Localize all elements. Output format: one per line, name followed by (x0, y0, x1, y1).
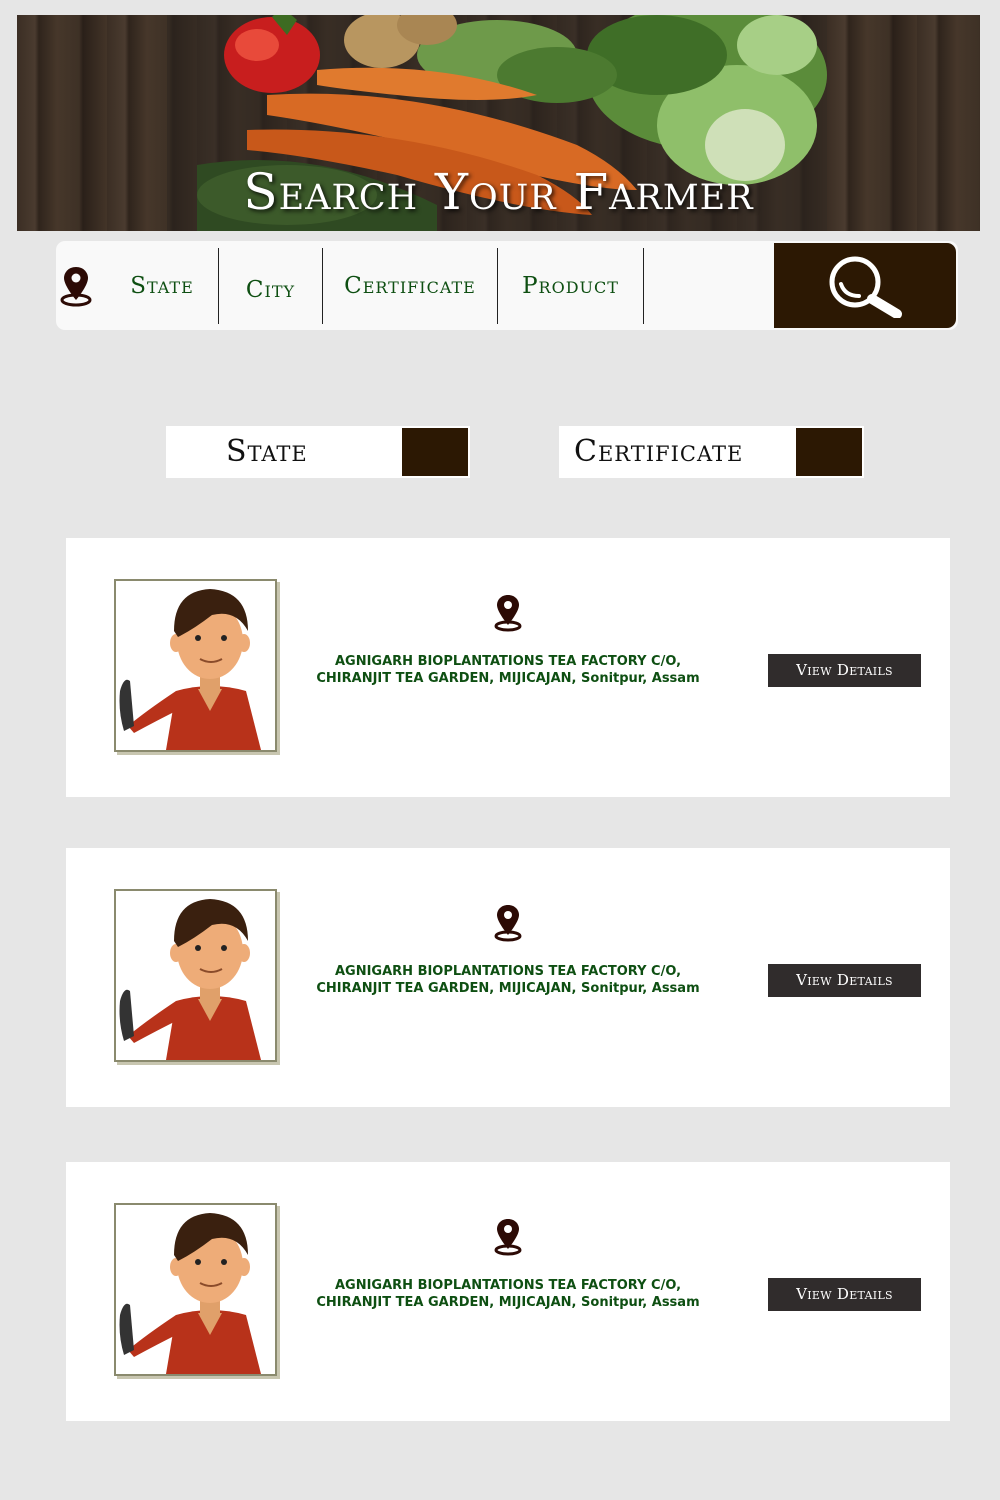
filter-state[interactable]: State (108, 248, 216, 323)
filter-city[interactable]: City (219, 252, 322, 327)
view-details-button[interactable]: View Details (768, 654, 921, 687)
farmer-avatar-image (116, 891, 275, 1060)
farmer-address: AGNIGARH BIOPLANTATIONS TEA FACTORY C/O,… (316, 964, 700, 996)
view-details-button[interactable]: View Details (768, 964, 921, 997)
farmer-avatar (114, 889, 277, 1062)
hero-banner: Search Your Farmer (17, 15, 980, 231)
certificate-select-label: Certificate (574, 434, 744, 469)
magnifier-icon (829, 256, 902, 318)
filter-divider (643, 248, 644, 324)
farmer-card: AGNIGARH BIOPLANTATIONS TEA FACTORY C/O,… (66, 1162, 950, 1421)
filter-certificate[interactable]: Certificate (323, 248, 497, 323)
state-select[interactable]: State (166, 426, 470, 478)
farmer-card: AGNIGARH BIOPLANTATIONS TEA FACTORY C/O,… (66, 538, 950, 797)
certificate-select-toggle[interactable] (796, 428, 862, 476)
farmer-address: AGNIGARH BIOPLANTATIONS TEA FACTORY C/O,… (316, 1278, 700, 1310)
farmer-address: AGNIGARH BIOPLANTATIONS TEA FACTORY C/O,… (316, 654, 700, 686)
farmer-avatar (114, 1203, 277, 1376)
search-bar: State City Certificate Product (56, 241, 958, 330)
certificate-select[interactable]: Certificate (559, 426, 864, 478)
location-pin-icon (494, 595, 522, 632)
filter-product[interactable]: Product (498, 248, 643, 323)
location-pin-icon (494, 905, 522, 942)
view-details-button[interactable]: View Details (768, 1278, 921, 1311)
farmer-avatar-image (116, 1205, 275, 1374)
farmer-card: AGNIGARH BIOPLANTATIONS TEA FACTORY C/O,… (66, 848, 950, 1107)
state-select-label: State (226, 434, 308, 469)
page-title: Search Your Farmer (243, 163, 754, 221)
search-button[interactable] (774, 243, 956, 328)
map-pin-icon (60, 267, 92, 307)
farmer-avatar-image (116, 581, 275, 750)
location-pin-icon (494, 1219, 522, 1256)
farmer-avatar (114, 579, 277, 752)
state-select-toggle[interactable] (402, 428, 468, 476)
